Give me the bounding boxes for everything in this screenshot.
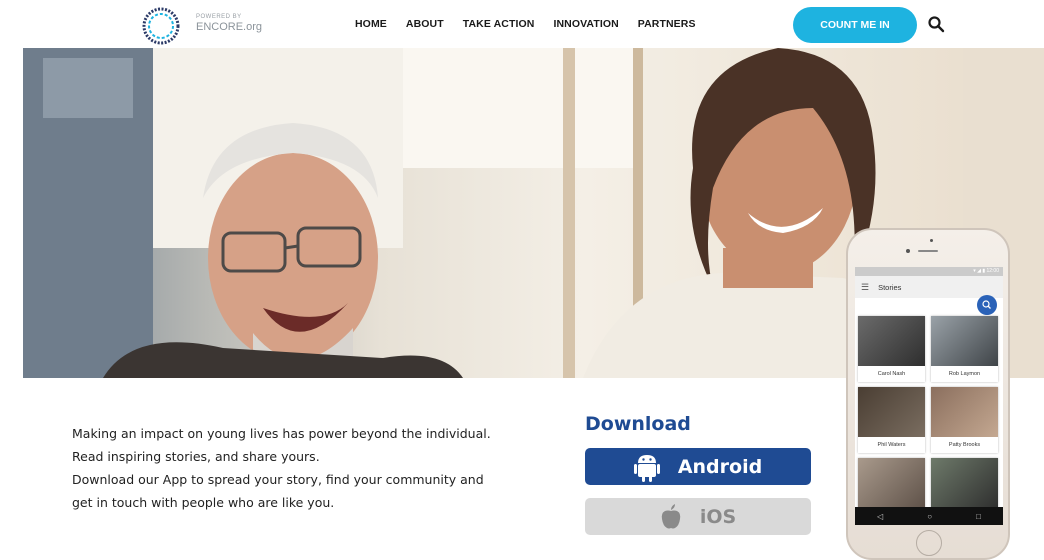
story-grid: Carol Nash Rob Laymon Phil Waters Patty …: [858, 316, 1000, 524]
story-name: Patty Brooks: [948, 442, 981, 448]
site-header: POWERED BY ENCORE.org HOME ABOUT TAKE AC…: [0, 0, 1044, 50]
ios-label: iOS: [699, 505, 737, 528]
intro-line: Download our App to spread your story, f…: [72, 472, 484, 487]
story-thumbnail: [931, 387, 998, 437]
phone-speaker: [918, 250, 938, 252]
download-heading: Download: [585, 413, 691, 435]
android-icon: [633, 454, 660, 482]
intro-line: Read inspiring stories, and share yours.: [72, 449, 320, 464]
android-download-button[interactable]: Android: [585, 448, 811, 485]
nav-partners[interactable]: PARTNERS: [638, 18, 696, 30]
nav-home[interactable]: HOME: [355, 18, 387, 30]
generation-to-generation-logo[interactable]: [140, 5, 182, 47]
intro-line: Making an impact on young lives has powe…: [72, 426, 491, 441]
powered-by-label: POWERED BY: [196, 14, 242, 20]
phone-status-bar: ▾ ◢ ▮ 12:00: [855, 267, 1003, 276]
phone-search-fab[interactable]: [977, 295, 997, 315]
encore-org-label: ENCORE.org: [196, 21, 263, 33]
story-thumbnail: [858, 316, 925, 366]
story-card[interactable]: Rob Laymon: [931, 316, 998, 382]
home-icon[interactable]: ○: [927, 512, 932, 521]
phone-mockup: ▾ ◢ ▮ 12:00 ☰ Stories Carol Nash Rob Lay: [846, 228, 1010, 560]
nav-about[interactable]: ABOUT: [406, 18, 444, 30]
story-name: Rob Laymon: [948, 371, 981, 377]
android-label: Android: [677, 455, 763, 478]
story-card[interactable]: Carol Nash: [858, 316, 925, 382]
nav-take-action[interactable]: TAKE ACTION: [463, 18, 535, 30]
story-card[interactable]: Patty Brooks: [931, 387, 998, 453]
story-thumbnail: [931, 316, 998, 366]
main-nav: HOME ABOUT TAKE ACTION INNOVATION PARTNE…: [355, 18, 715, 30]
phone-screen: ▾ ◢ ▮ 12:00 ☰ Stories Carol Nash Rob Lay: [855, 267, 1003, 525]
page: POWERED BY ENCORE.org HOME ABOUT TAKE AC…: [0, 0, 1044, 560]
story-thumbnail: [931, 458, 998, 508]
story-name: Phil Waters: [877, 442, 906, 448]
back-icon[interactable]: ◁: [877, 512, 883, 521]
menu-icon[interactable]: ☰: [861, 282, 869, 293]
nav-innovation[interactable]: INNOVATION: [553, 18, 618, 30]
phone-home-button: [916, 530, 942, 556]
search-icon: [982, 300, 991, 309]
story-thumbnail: [858, 387, 925, 437]
story-name: Carol Nash: [877, 371, 906, 377]
search-icon[interactable]: [927, 15, 945, 33]
story-thumbnail: [858, 458, 925, 508]
count-me-in-button[interactable]: COUNT ME IN: [793, 7, 917, 43]
intro-text: Making an impact on young lives has powe…: [72, 422, 542, 514]
intro-line: get in touch with people who are like yo…: [72, 495, 335, 510]
powered-by[interactable]: POWERED BY ENCORE.org: [196, 14, 262, 33]
phone-camera: [906, 249, 910, 253]
phone-nav-bar: ◁ ○ □: [855, 507, 1003, 525]
story-card[interactable]: Phil Waters: [858, 387, 925, 453]
recents-icon[interactable]: □: [976, 512, 981, 521]
ios-download-button[interactable]: iOS: [585, 498, 811, 535]
phone-sensor: [930, 239, 933, 242]
phone-app-title: Stories: [878, 282, 902, 292]
apple-icon: [661, 503, 681, 528]
